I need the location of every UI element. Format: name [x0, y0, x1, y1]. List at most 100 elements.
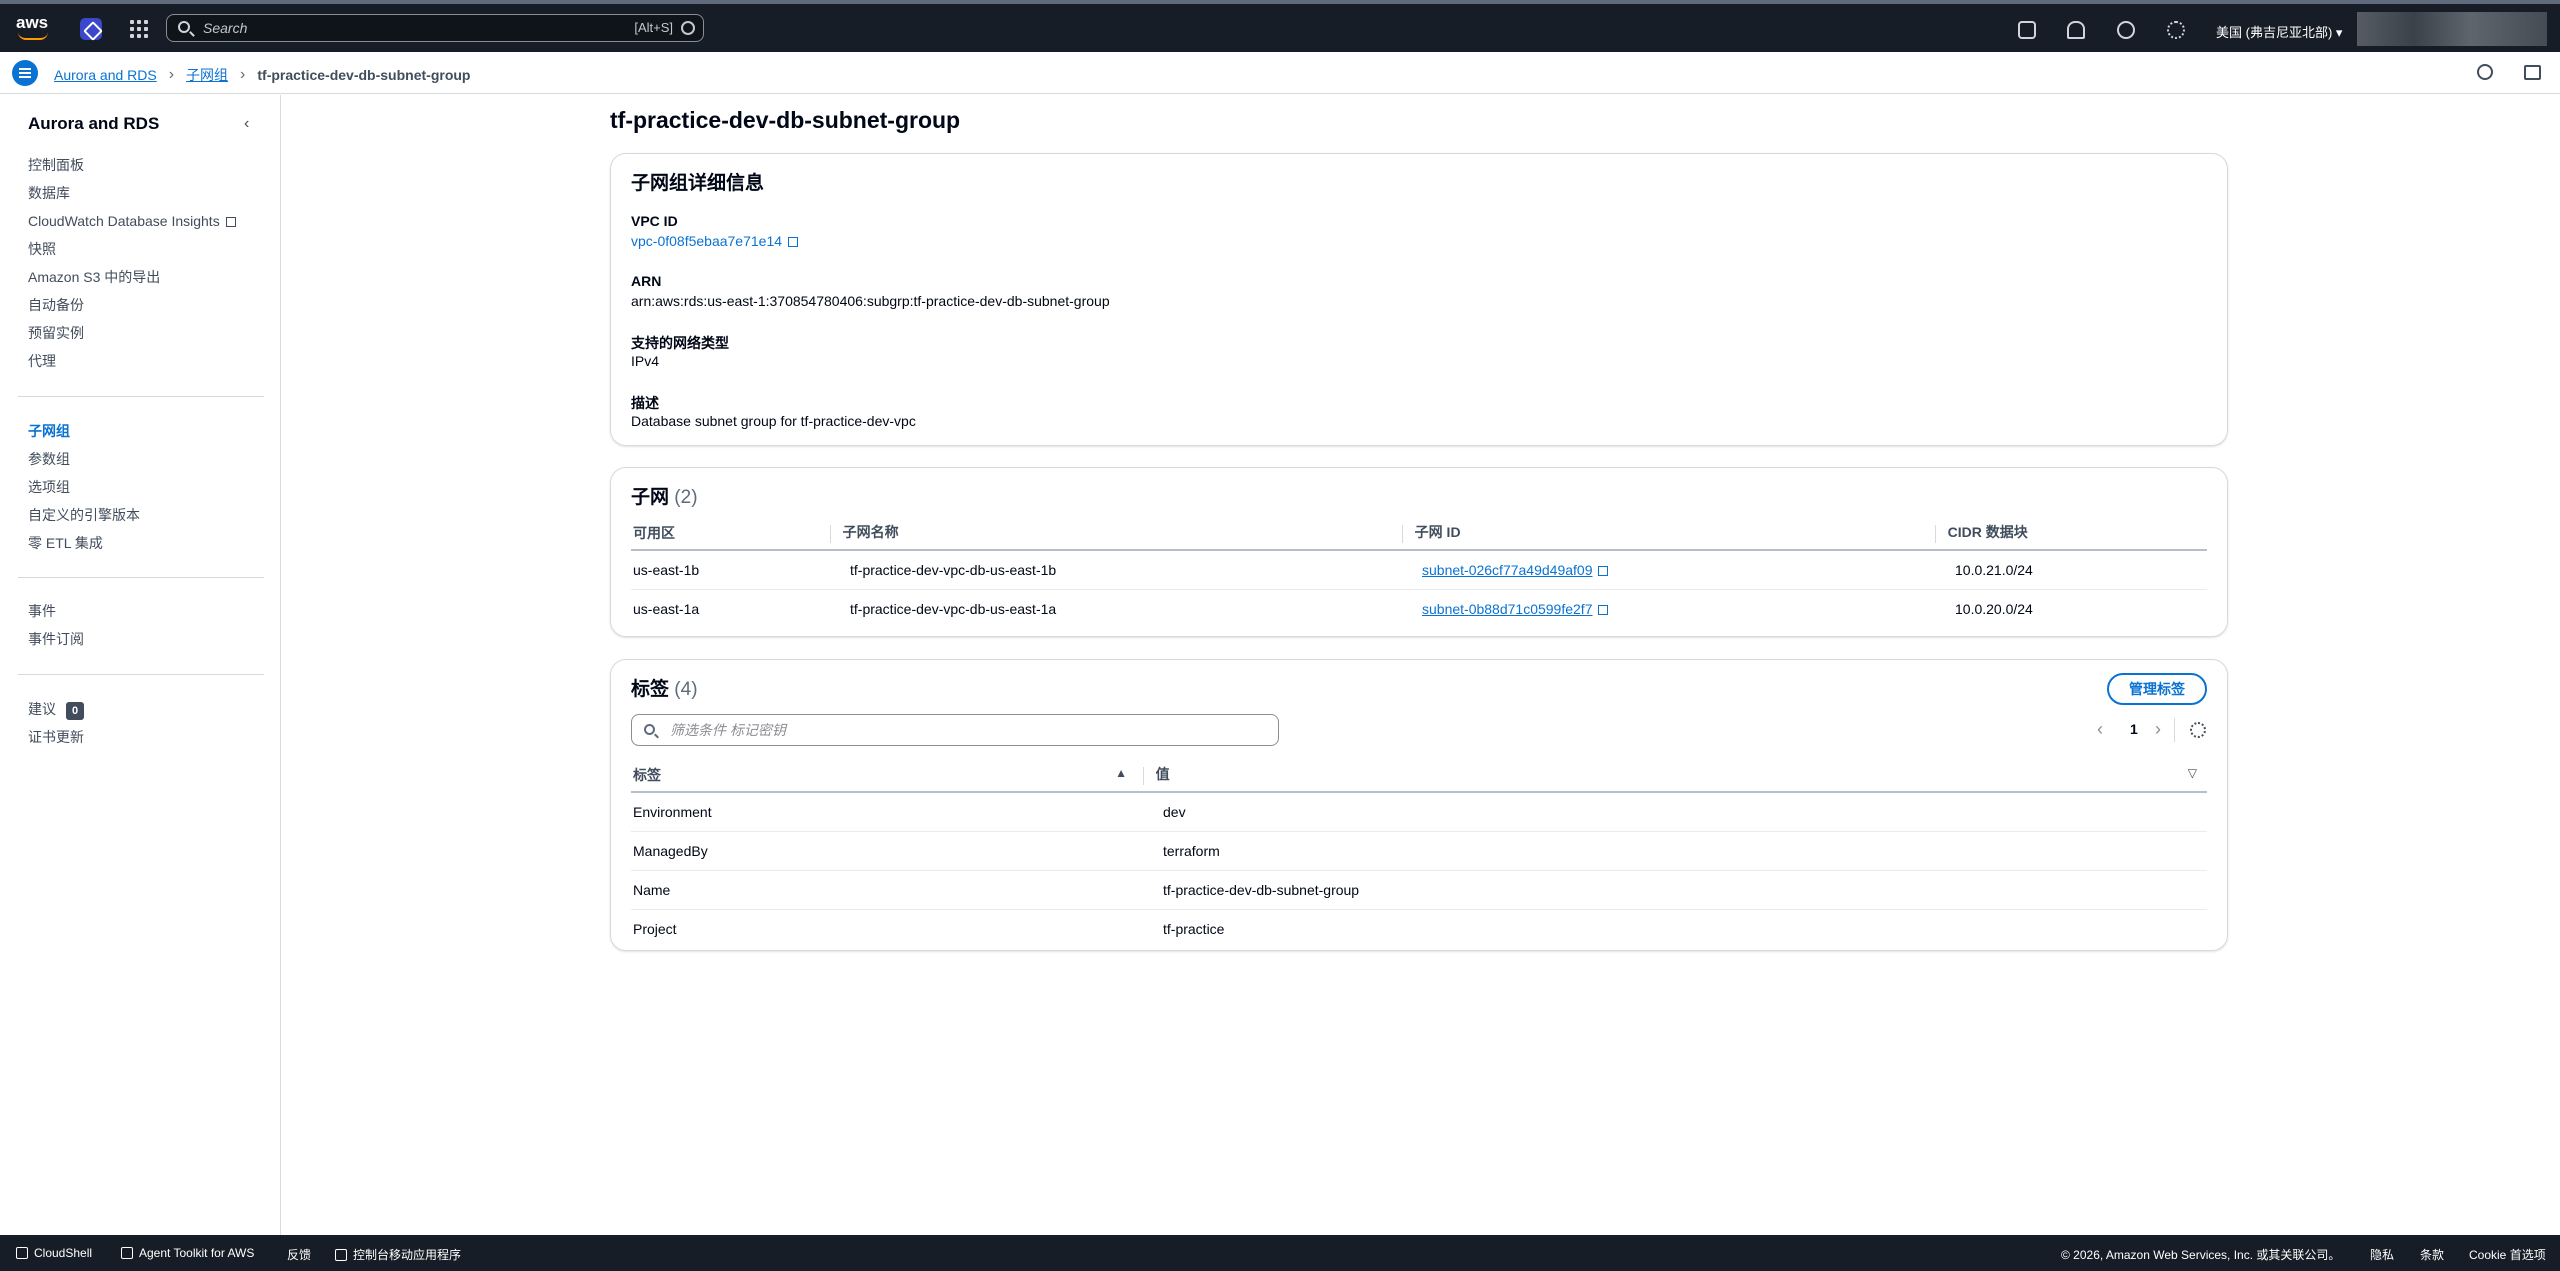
column-header-subnet-id[interactable]: 子网 ID — [1400, 516, 1933, 551]
column-header-tag-value[interactable]: 值 ▽ — [1141, 758, 2207, 793]
footer-privacy-link[interactable]: 隐私 — [2370, 1246, 2394, 1263]
vpc-id-link[interactable]: vpc-0f08f5ebaa7e71e14 — [631, 233, 799, 249]
sidebar-group-other: 建议 0 证书更新 — [28, 695, 85, 751]
breadcrumb-current: tf-practice-dev-db-subnet-group — [257, 67, 471, 83]
column-header-cidr[interactable]: CIDR 数据块 — [1933, 516, 2207, 551]
next-page-icon[interactable]: › — [2155, 719, 2161, 739]
cell-tag-value: terraform — [1141, 831, 2207, 871]
sidebar-item-database-insights[interactable]: CloudWatch Database Insights — [28, 207, 236, 235]
sidebar-item-label: 建议 — [28, 701, 56, 717]
aws-logo-text: aws — [16, 13, 49, 32]
sidebar-item-s3-exports[interactable]: Amazon S3 中的导出 — [28, 263, 236, 291]
sort-ascending-icon[interactable]: ▲ — [1115, 766, 1127, 780]
column-header-label: 可用区 — [633, 524, 675, 541]
sidebar-group-events: 事件 事件订阅 — [28, 597, 84, 653]
sidebar-item-parameter-groups[interactable]: 参数组 — [28, 445, 140, 473]
cloudshell-icon[interactable] — [2018, 21, 2036, 39]
table-header-row: 可用区 子网名称 子网 ID CIDR 数据块 — [631, 516, 2207, 551]
subnets-heading: 子网 (2) — [631, 482, 698, 509]
sidebar-item-dashboard[interactable]: 控制面板 — [28, 151, 236, 179]
services-grid-icon[interactable] — [130, 20, 148, 38]
chevron-right-icon: › — [168, 66, 175, 83]
column-header-subnet-name[interactable]: 子网名称 — [828, 516, 1400, 551]
table-preferences-gear-icon[interactable] — [2190, 722, 2206, 738]
sort-descending-icon[interactable]: ▽ — [2188, 766, 2197, 780]
subnets-table: 可用区 子网名称 子网 ID CIDR 数据块 us-east-1b tf-pr… — [631, 516, 2207, 628]
sidebar-divider — [18, 396, 264, 397]
amazon-q-icon[interactable] — [80, 18, 102, 40]
tags-card: 标签 (4) 管理标签 ‹ 1 › 标签▲ 值▽ Environment — [610, 659, 2228, 951]
cell-tag-key: Environment — [631, 792, 1141, 832]
footer-agent-toolkit-button[interactable]: Agent Toolkit for AWS — [121, 1246, 254, 1260]
tags-filter[interactable] — [631, 714, 1279, 746]
table-row: us-east-1b tf-practice-dev-vpc-db-us-eas… — [631, 550, 2207, 590]
footer-label: Agent Toolkit for AWS — [139, 1246, 255, 1260]
subnet-id-link[interactable]: subnet-026cf77a49d49af09 — [1422, 562, 1592, 578]
footer-cloudshell-button[interactable]: CloudShell — [16, 1246, 92, 1260]
sidebar-item-option-groups[interactable]: 选项组 — [28, 473, 140, 501]
notifications-bell-icon[interactable] — [2067, 21, 2085, 39]
sidebar-item-certificate-update[interactable]: 证书更新 — [28, 723, 84, 751]
sidebar-item-recommendations[interactable]: 建议 0 — [28, 695, 85, 723]
footer-feedback-link[interactable]: 反馈 — [287, 1246, 311, 1263]
page-title: tf-practice-dev-db-subnet-group — [610, 107, 961, 133]
info-icon[interactable] — [2477, 64, 2493, 80]
cell-tag-key: Name — [631, 870, 1141, 910]
mobile-icon — [335, 1249, 347, 1261]
search-clear-icon[interactable] — [681, 21, 695, 35]
sidebar-item-events[interactable]: 事件 — [28, 597, 84, 625]
footer-terms-link[interactable]: 条款 — [2420, 1246, 2444, 1263]
column-header-tag-key[interactable]: 标签 ▲ — [631, 758, 1141, 793]
global-search[interactable]: [Alt+S] — [166, 14, 704, 42]
footer-label: 控制台移动应用程序 — [353, 1248, 462, 1262]
tags-table: 标签 ▲ 值 ▽ Environment dev ManagedBy terrafo… — [631, 758, 2207, 948]
sidebar-item-automated-backups[interactable]: 自动备份 — [28, 291, 236, 319]
sidebar-item-label: CloudWatch Database Insights — [28, 213, 220, 229]
sidebar-item-proxies[interactable]: 代理 — [28, 347, 236, 375]
side-menu-toggle-button[interactable] — [12, 60, 38, 86]
sidebar-item-event-subscriptions[interactable]: 事件订阅 — [28, 625, 84, 653]
split-panel-icon[interactable] — [2524, 65, 2541, 80]
sidebar-item-custom-engine-versions[interactable]: 自定义的引擎版本 — [28, 501, 140, 529]
collapse-sidebar-icon[interactable]: ‹ — [244, 115, 249, 133]
region-selector[interactable]: 美国 (弗吉尼亚北部) — [2216, 22, 2342, 41]
aws-logo[interactable]: aws — [16, 10, 50, 46]
tags-filter-input[interactable] — [668, 720, 1258, 740]
column-header-label: CIDR 数据块 — [1947, 524, 2028, 541]
tags-count: (4) — [674, 679, 698, 700]
external-link-icon — [788, 237, 799, 247]
table-row: Project tf-practice — [631, 909, 2207, 948]
cell-subnet-id: subnet-0b88d71c0599fe2f7 — [1400, 589, 1933, 628]
subnet-id-link[interactable]: subnet-0b88d71c0599fe2f7 — [1422, 601, 1592, 617]
cell-az: us-east-1b — [631, 550, 828, 590]
console-footer: CloudShell Agent Toolkit for AWS 反馈 控制台移… — [0, 1235, 2560, 1271]
sidebar-title[interactable]: Aurora and RDS — [28, 114, 159, 134]
current-page-number[interactable]: 1 — [2130, 721, 2138, 737]
column-header-az[interactable]: 可用区 — [631, 516, 828, 551]
sidebar-item-snapshots[interactable]: 快照 — [28, 235, 236, 263]
manage-tags-button[interactable]: 管理标签 — [2107, 673, 2207, 705]
account-menu[interactable] — [2357, 12, 2547, 46]
search-shortcut-hint: [Alt+S] — [634, 20, 673, 35]
settings-gear-icon[interactable] — [2167, 21, 2185, 39]
arn-value: arn:aws:rds:us-east-1:370854780406:subgr… — [631, 293, 1110, 309]
footer-cookie-preferences-link[interactable]: Cookie 首选项 — [2469, 1246, 2546, 1263]
sidebar-item-databases[interactable]: 数据库 — [28, 179, 236, 207]
search-input[interactable] — [201, 18, 501, 38]
previous-page-icon[interactable]: ‹ — [2097, 719, 2103, 739]
sidebar-group-config: 子网组 参数组 选项组 自定义的引擎版本 零 ETL 集成 — [28, 417, 140, 557]
sidebar-group-main: 控制面板 数据库 CloudWatch Database Insights 快照… — [28, 151, 236, 375]
footer-mobile-app-link[interactable]: 控制台移动应用程序 — [335, 1246, 461, 1263]
sidebar-item-reserved-instances[interactable]: 预留实例 — [28, 319, 236, 347]
aws-smile-icon — [18, 32, 48, 40]
recommendations-count-badge: 0 — [66, 702, 85, 720]
help-icon[interactable] — [2117, 21, 2135, 39]
cell-tag-value: tf-practice-dev-db-subnet-group — [1141, 870, 2207, 910]
sidebar-item-zero-etl[interactable]: 零 ETL 集成 — [28, 529, 140, 557]
breadcrumb-bar: Aurora and RDS › 子网组 › tf-practice-dev-d… — [0, 52, 2560, 94]
chevron-right-icon: › — [240, 66, 246, 83]
breadcrumb-link-subnet-groups[interactable]: 子网组 — [186, 65, 228, 85]
top-navigation: aws [Alt+S] 美国 (弗吉尼亚北部) — [0, 0, 2560, 52]
sidebar-item-subnet-groups[interactable]: 子网组 — [28, 417, 140, 445]
breadcrumb-link-aurora-rds[interactable]: Aurora and RDS — [54, 67, 157, 83]
